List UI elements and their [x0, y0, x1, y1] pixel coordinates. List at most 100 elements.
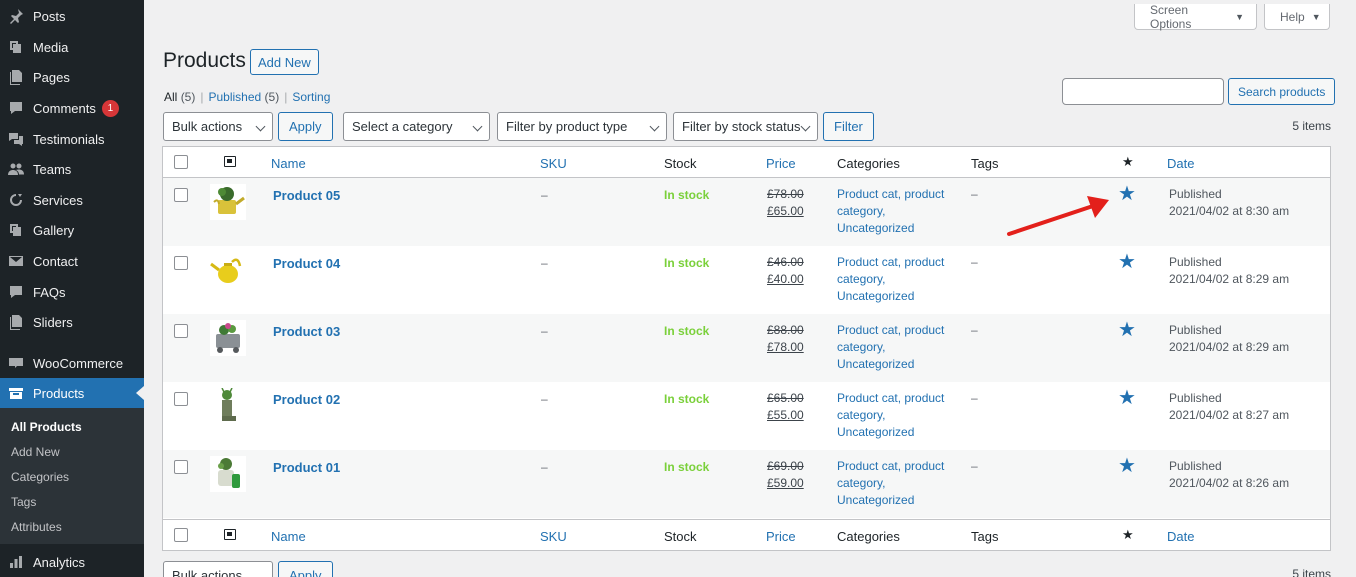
regular-price: £88.00 — [767, 323, 804, 337]
column-price[interactable]: Price — [766, 529, 796, 544]
sidebar-item-teams[interactable]: Teams — [0, 154, 144, 184]
submenu-add-new[interactable]: Add New — [11, 445, 60, 459]
category-link[interactable]: Uncategorized — [837, 288, 957, 305]
row-checkbox[interactable] — [174, 392, 188, 406]
table-row: Product 01 – In stock £69.00 £59.00 Produ… — [163, 450, 1330, 518]
category-link[interactable]: Uncategorized — [837, 356, 957, 373]
category-select[interactable]: Select a category — [343, 112, 490, 141]
row-checkbox[interactable] — [174, 324, 188, 338]
sidebar-item-pages[interactable]: Pages — [0, 62, 144, 92]
column-date[interactable]: Date — [1167, 156, 1194, 171]
sidebar-item-contact[interactable]: Contact — [0, 246, 144, 276]
sidebar-item-comments[interactable]: Comments 1 — [0, 93, 144, 123]
featured-star-icon[interactable]: ★ — [1118, 320, 1136, 340]
column-sku[interactable]: SKU — [540, 529, 567, 544]
column-name[interactable]: Name — [271, 529, 306, 544]
product-name-link[interactable]: Product 03 — [273, 323, 340, 340]
stock-status: In stock — [664, 460, 710, 474]
sidebar-item-gallery[interactable]: Gallery — [0, 215, 144, 245]
screen-options-button[interactable]: Screen Options ▼ — [1134, 3, 1257, 31]
sliders-icon — [8, 314, 24, 330]
sidebar-item-sliders[interactable]: Sliders — [0, 307, 144, 337]
sidebar-item-products[interactable]: Products — [0, 378, 144, 408]
featured-star-icon[interactable]: ★ — [1118, 252, 1136, 272]
category-link[interactable]: Product cat, product — [837, 458, 957, 475]
product-name-link[interactable]: Product 02 — [273, 391, 340, 408]
filter-button[interactable]: Filter — [823, 112, 874, 141]
search-products-input[interactable] — [1062, 78, 1224, 105]
product-name-link[interactable]: Product 01 — [273, 459, 340, 476]
post-status: Published — [1169, 187, 1222, 201]
category-link[interactable]: Product cat, product — [837, 186, 957, 203]
bulk-actions-select-bottom[interactable]: Bulk actions — [163, 561, 273, 577]
view-published[interactable]: Published (5) — [208, 90, 279, 104]
search-products-button[interactable]: Search products — [1228, 78, 1336, 105]
category-link[interactable]: category, — [837, 475, 957, 492]
bulk-actions-select[interactable]: Bulk actions — [163, 112, 273, 141]
sidebar-item-analytics[interactable]: Analytics — [0, 547, 144, 577]
sidebar-item-label: Services — [33, 192, 83, 208]
product-thumbnail[interactable] — [210, 456, 246, 492]
sidebar-item-media[interactable]: Media — [0, 32, 144, 62]
category-link[interactable]: Product cat, product — [837, 390, 957, 407]
category-link[interactable]: category, — [837, 203, 957, 220]
row-checkbox[interactable] — [174, 460, 188, 474]
pages-icon — [8, 69, 24, 85]
featured-star-icon[interactable]: ★ — [1122, 527, 1134, 543]
featured-star-icon[interactable]: ★ — [1118, 184, 1136, 204]
annotation-arrow-icon — [1007, 196, 1109, 236]
select-all-checkbox[interactable] — [174, 155, 188, 169]
submenu-tags[interactable]: Tags — [11, 495, 36, 509]
category-link[interactable]: Uncategorized — [837, 492, 957, 509]
stock-status-select[interactable]: Filter by stock status — [673, 112, 818, 141]
product-thumbnail[interactable] — [210, 320, 246, 356]
row-checkbox[interactable] — [174, 188, 188, 202]
apply-button-bottom[interactable]: Apply — [278, 561, 333, 577]
help-button[interactable]: Help ▼ — [1264, 4, 1330, 30]
select-all-checkbox[interactable] — [174, 528, 188, 542]
view-sorting[interactable]: Sorting — [292, 90, 330, 104]
category-link[interactable]: category, — [837, 271, 957, 288]
product-thumbnail[interactable] — [210, 252, 246, 288]
column-date[interactable]: Date — [1167, 529, 1194, 544]
categories-list: Product cat, product category, Uncategoriz… — [837, 458, 957, 509]
featured-star-icon[interactable]: ★ — [1118, 456, 1136, 476]
product-type-select[interactable]: Filter by product type — [497, 112, 667, 141]
category-link[interactable]: Product cat, product — [837, 254, 957, 271]
product-name-link[interactable]: Product 05 — [273, 187, 340, 204]
featured-star-icon[interactable]: ★ — [1122, 154, 1134, 170]
sidebar-item-testimonials[interactable]: Testimonials — [0, 124, 144, 154]
featured-star-icon[interactable]: ★ — [1118, 388, 1136, 408]
date-cell: Published 2021/04/02 at 8:29 am — [1169, 322, 1289, 356]
submenu-attributes[interactable]: Attributes — [11, 520, 62, 534]
view-all[interactable]: All (5) — [164, 90, 195, 104]
sidebar-item-label: Products — [33, 385, 85, 401]
submenu-categories[interactable]: Categories — [11, 470, 69, 484]
product-thumbnail[interactable] — [210, 388, 246, 424]
stock-status: In stock — [664, 324, 710, 338]
analytics-icon — [8, 554, 24, 570]
sidebar-item-posts[interactable]: Posts — [0, 1, 144, 31]
column-sku[interactable]: SKU — [540, 156, 567, 171]
category-link[interactable]: category, — [837, 339, 957, 356]
product-name-link[interactable]: Product 04 — [273, 255, 340, 272]
comments-count-badge: 1 — [101, 99, 119, 117]
category-link[interactable]: category, — [837, 407, 957, 424]
column-name[interactable]: Name — [271, 156, 306, 171]
sidebar-item-faqs[interactable]: FAQs — [0, 277, 144, 307]
woocommerce-icon — [8, 355, 24, 371]
sidebar-item-woocommerce[interactable]: WooCommerce — [0, 348, 144, 378]
sidebar-item-services[interactable]: Services — [0, 185, 144, 215]
product-type-value: Filter by product type — [506, 119, 628, 134]
apply-button[interactable]: Apply — [278, 112, 333, 141]
product-thumbnail[interactable] — [210, 184, 246, 220]
view-all-count: (5) — [180, 90, 196, 104]
category-link[interactable]: Uncategorized — [837, 424, 957, 441]
category-link[interactable]: Uncategorized — [837, 220, 957, 237]
sidebar-item-label: Posts — [33, 8, 66, 24]
category-link[interactable]: Product cat, product — [837, 322, 957, 339]
submenu-all-products[interactable]: All Products — [11, 420, 82, 434]
add-new-button[interactable]: Add New — [250, 49, 319, 75]
row-checkbox[interactable] — [174, 256, 188, 270]
column-price[interactable]: Price — [766, 156, 796, 171]
